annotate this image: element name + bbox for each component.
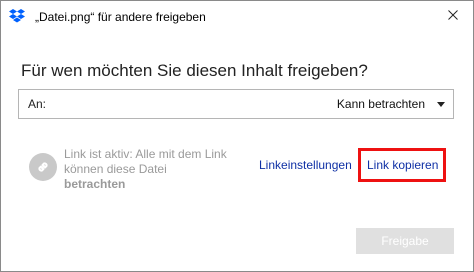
close-icon	[448, 7, 458, 25]
chevron-down-icon	[437, 101, 445, 107]
recipient-field[interactable]: An: Kann betrachten	[18, 89, 454, 119]
link-settings-link[interactable]: Linkeinstellungen	[259, 158, 352, 172]
share-dialog: „Datei.png“ für andere freigeben Für wen…	[0, 0, 474, 272]
dropbox-icon	[9, 9, 25, 23]
link-status-text: Link ist aktiv: Alle mit dem Link können…	[64, 147, 234, 192]
copy-link-link[interactable]: Link kopieren	[367, 158, 438, 172]
close-button[interactable]	[439, 5, 467, 27]
permission-selected-value: Kann betrachten	[336, 97, 425, 111]
title-bar: „Datei.png“ für andere freigeben	[1, 1, 473, 31]
permission-dropdown[interactable]: Kann betrachten	[337, 90, 445, 118]
dialog-heading: Für wen möchten Sie diesen Inhalt freige…	[21, 61, 368, 80]
link-status-permission: betrachten	[64, 177, 126, 191]
recipient-label: An:	[28, 97, 47, 111]
window-title: „Datei.png“ für andere freigeben	[35, 10, 206, 24]
link-status-main: Link ist aktiv: Alle mit dem Link können…	[64, 147, 227, 176]
link-icon	[29, 153, 57, 181]
share-button[interactable]: Freigabe	[356, 228, 454, 254]
